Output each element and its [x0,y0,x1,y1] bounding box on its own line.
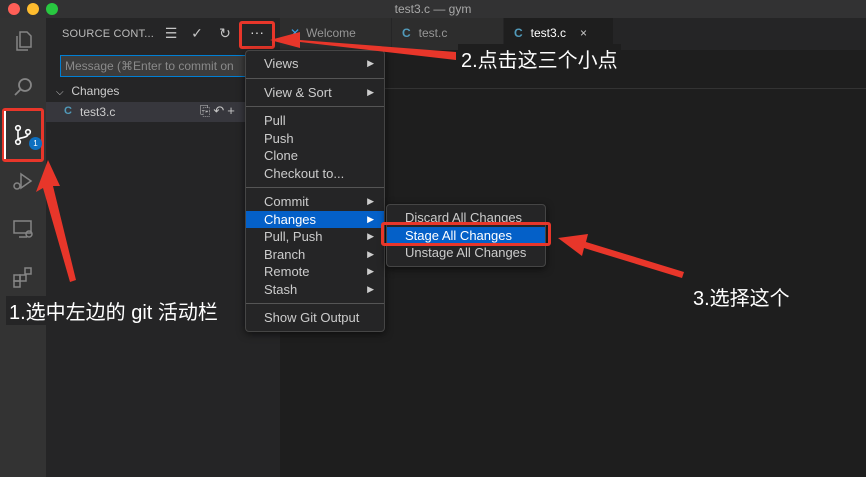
annotation-step-2: 2.点击这三个小点 [458,44,621,73]
arrow-to-stage-all [558,234,684,278]
annotation-arrows [36,32,684,282]
annotation-step-1: 1.选中左边的 git 活动栏 [6,296,221,325]
arrow-to-more-button [270,32,456,60]
annotation-step-3: 3.选择这个 [690,282,793,311]
arrow-to-git-icon [36,160,76,282]
